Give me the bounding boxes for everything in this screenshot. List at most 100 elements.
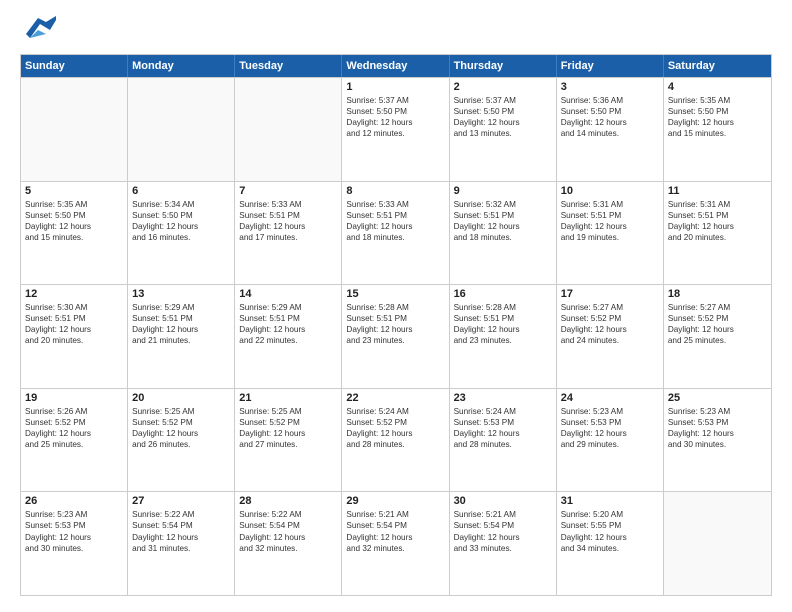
day-number: 29 [346,495,444,507]
header [20,16,772,44]
day-info: Sunrise: 5:24 AM Sunset: 5:53 PM Dayligh… [454,406,552,450]
day-number: 23 [454,392,552,404]
day-info: Sunrise: 5:31 AM Sunset: 5:51 PM Dayligh… [668,199,767,243]
day-24: 24Sunrise: 5:23 AM Sunset: 5:53 PM Dayli… [557,389,664,492]
empty-cell [128,78,235,181]
week-1: 1 Sunrise: 5:37 AM Sunset: 5:50 PM Daylig… [21,77,771,181]
day-9: 9 Sunrise: 5:32 AM Sunset: 5:51 PM Daylig… [450,182,557,285]
calendar-header: SundayMondayTuesdayWednesdayThursdayFrid… [21,55,771,77]
day-27: 27 Sunrise: 5:22 AM Sunset: 5:54 PM Dayli… [128,492,235,595]
day-20: 20 Sunrise: 5:25 AM Sunset: 5:52 PM Dayli… [128,389,235,492]
day-number: 4 [668,81,767,93]
day-11: 11 Sunrise: 5:31 AM Sunset: 5:51 PM Dayli… [664,182,771,285]
empty-cell [235,78,342,181]
day-info: Sunrise: 5:26 AM Sunset: 5:52 PM Dayligh… [25,406,123,450]
day-info: Sunrise: 5:31 AM Sunset: 5:51 PM Dayligh… [561,199,659,243]
day-number: 16 [454,288,552,300]
day-number: 12 [25,288,123,300]
day-number: 3 [561,81,659,93]
day-info: Sunrise: 5:36 AM Sunset: 5:50 PM Dayligh… [561,95,659,139]
header-day-friday: Friday [557,55,664,77]
day-number: 30 [454,495,552,507]
day-number: 1 [346,81,444,93]
day-25: 25 Sunrise: 5:23 AM Sunset: 5:53 PM Dayli… [664,389,771,492]
header-day-wednesday: Wednesday [342,55,449,77]
day-23: 23 Sunrise: 5:24 AM Sunset: 5:53 PM Dayli… [450,389,557,492]
day-number: 22 [346,392,444,404]
day-info: Sunrise: 5:23 AM Sunset: 5:53 PM Dayligh… [668,406,767,450]
day-number: 2 [454,81,552,93]
day-14: 14Sunrise: 5:29 AM Sunset: 5:51 PM Dayli… [235,285,342,388]
header-day-tuesday: Tuesday [235,55,342,77]
header-day-thursday: Thursday [450,55,557,77]
day-7: 7 Sunrise: 5:33 AM Sunset: 5:51 PM Daylig… [235,182,342,285]
day-number: 25 [668,392,767,404]
day-number: 17 [561,288,659,300]
day-info: Sunrise: 5:28 AM Sunset: 5:51 PM Dayligh… [346,302,444,346]
day-number: 27 [132,495,230,507]
day-number: 14 [239,288,337,300]
day-info: Sunrise: 5:28 AM Sunset: 5:51 PM Dayligh… [454,302,552,346]
day-1: 1 Sunrise: 5:37 AM Sunset: 5:50 PM Daylig… [342,78,449,181]
header-day-monday: Monday [128,55,235,77]
day-number: 7 [239,185,337,197]
empty-cell [664,492,771,595]
day-number: 13 [132,288,230,300]
week-5: 26Sunrise: 5:23 AM Sunset: 5:53 PM Dayli… [21,491,771,595]
day-info: Sunrise: 5:29 AM Sunset: 5:51 PM Dayligh… [132,302,230,346]
calendar: SundayMondayTuesdayWednesdayThursdayFrid… [20,54,772,596]
day-info: Sunrise: 5:22 AM Sunset: 5:54 PM Dayligh… [239,509,337,553]
day-29: 29 Sunrise: 5:21 AM Sunset: 5:54 PM Dayli… [342,492,449,595]
day-info: Sunrise: 5:25 AM Sunset: 5:52 PM Dayligh… [132,406,230,450]
day-number: 24 [561,392,659,404]
day-18: 18Sunrise: 5:27 AM Sunset: 5:52 PM Dayli… [664,285,771,388]
week-2: 5Sunrise: 5:35 AM Sunset: 5:50 PM Daylig… [21,181,771,285]
day-info: Sunrise: 5:35 AM Sunset: 5:50 PM Dayligh… [668,95,767,139]
day-number: 31 [561,495,659,507]
day-info: Sunrise: 5:37 AM Sunset: 5:50 PM Dayligh… [454,95,552,139]
day-info: Sunrise: 5:22 AM Sunset: 5:54 PM Dayligh… [132,509,230,553]
day-info: Sunrise: 5:25 AM Sunset: 5:52 PM Dayligh… [239,406,337,450]
day-31: 31Sunrise: 5:20 AM Sunset: 5:55 PM Dayli… [557,492,664,595]
day-number: 26 [25,495,123,507]
day-number: 10 [561,185,659,197]
logo [20,16,60,44]
day-number: 5 [25,185,123,197]
page: SundayMondayTuesdayWednesdayThursdayFrid… [0,0,792,612]
day-info: Sunrise: 5:37 AM Sunset: 5:50 PM Dayligh… [346,95,444,139]
day-2: 2 Sunrise: 5:37 AM Sunset: 5:50 PM Daylig… [450,78,557,181]
day-15: 15Sunrise: 5:28 AM Sunset: 5:51 PM Dayli… [342,285,449,388]
day-13: 13 Sunrise: 5:29 AM Sunset: 5:51 PM Dayli… [128,285,235,388]
day-22: 22 Sunrise: 5:24 AM Sunset: 5:52 PM Dayli… [342,389,449,492]
day-number: 9 [454,185,552,197]
day-6: 6 Sunrise: 5:34 AM Sunset: 5:50 PM Daylig… [128,182,235,285]
day-info: Sunrise: 5:24 AM Sunset: 5:52 PM Dayligh… [346,406,444,450]
day-5: 5Sunrise: 5:35 AM Sunset: 5:50 PM Daylig… [21,182,128,285]
day-number: 28 [239,495,337,507]
day-number: 11 [668,185,767,197]
logo-icon [20,16,56,44]
day-info: Sunrise: 5:33 AM Sunset: 5:51 PM Dayligh… [239,199,337,243]
day-number: 8 [346,185,444,197]
day-info: Sunrise: 5:21 AM Sunset: 5:54 PM Dayligh… [346,509,444,553]
day-28: 28 Sunrise: 5:22 AM Sunset: 5:54 PM Dayli… [235,492,342,595]
day-number: 6 [132,185,230,197]
day-17: 17Sunrise: 5:27 AM Sunset: 5:52 PM Dayli… [557,285,664,388]
day-number: 18 [668,288,767,300]
empty-cell [21,78,128,181]
day-info: Sunrise: 5:34 AM Sunset: 5:50 PM Dayligh… [132,199,230,243]
day-info: Sunrise: 5:33 AM Sunset: 5:51 PM Dayligh… [346,199,444,243]
day-number: 19 [25,392,123,404]
day-10: 10 Sunrise: 5:31 AM Sunset: 5:51 PM Dayli… [557,182,664,285]
day-info: Sunrise: 5:30 AM Sunset: 5:51 PM Dayligh… [25,302,123,346]
header-day-saturday: Saturday [664,55,771,77]
day-number: 21 [239,392,337,404]
header-day-sunday: Sunday [21,55,128,77]
week-4: 19 Sunrise: 5:26 AM Sunset: 5:52 PM Dayli… [21,388,771,492]
day-4: 4 Sunrise: 5:35 AM Sunset: 5:50 PM Daylig… [664,78,771,181]
day-26: 26Sunrise: 5:23 AM Sunset: 5:53 PM Dayli… [21,492,128,595]
day-number: 20 [132,392,230,404]
day-info: Sunrise: 5:32 AM Sunset: 5:51 PM Dayligh… [454,199,552,243]
calendar-body: 1 Sunrise: 5:37 AM Sunset: 5:50 PM Daylig… [21,77,771,595]
week-3: 12 Sunrise: 5:30 AM Sunset: 5:51 PM Dayli… [21,284,771,388]
